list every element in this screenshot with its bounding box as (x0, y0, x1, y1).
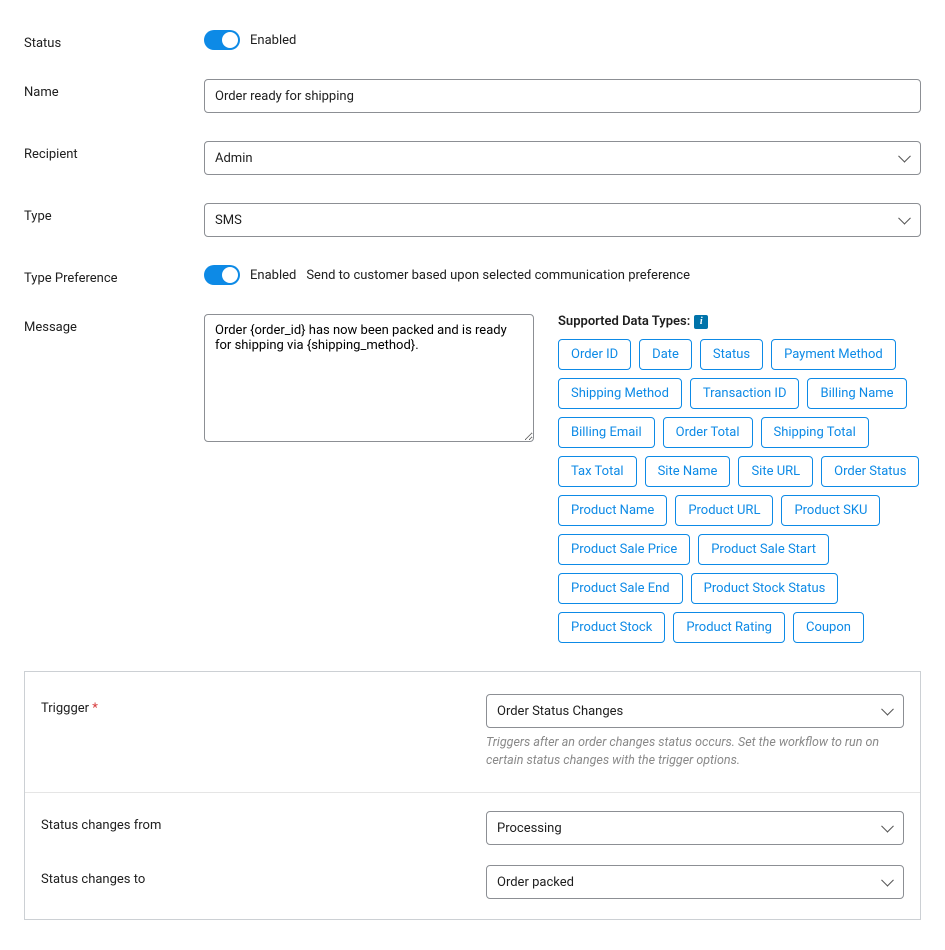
message-textarea[interactable]: Order {order_id} has now been packed and… (204, 314, 534, 442)
data-type-tag[interactable]: Order ID (558, 339, 631, 370)
status-label: Status (24, 30, 204, 51)
type-label: Type (24, 203, 204, 224)
type-pref-desc: Send to customer based upon selected com… (306, 268, 690, 283)
status-from-label: Status changes from (41, 811, 486, 833)
data-type-tag[interactable]: Site Name (645, 456, 731, 487)
recipient-select[interactable]: Admin (204, 141, 921, 175)
name-input[interactable] (204, 79, 921, 113)
data-type-tag[interactable]: Transaction ID (690, 378, 800, 409)
data-type-tag[interactable]: Tax Total (558, 456, 637, 487)
data-type-tag[interactable]: Product URL (675, 495, 773, 526)
data-type-tag[interactable]: Product Rating (673, 612, 785, 643)
supported-title: Supported Data Types: (558, 314, 690, 329)
type-pref-toggle[interactable] (204, 265, 240, 285)
data-type-tag[interactable]: Shipping Total (761, 417, 869, 448)
info-icon[interactable]: i (694, 315, 708, 329)
data-type-tag[interactable]: Product SKU (781, 495, 880, 526)
data-type-tag[interactable]: Order Total (663, 417, 753, 448)
data-type-tag[interactable]: Status (700, 339, 763, 370)
status-to-label: Status changes to (41, 865, 486, 887)
data-type-tag[interactable]: Product Sale Price (558, 534, 690, 565)
data-type-tag[interactable]: Billing Name (807, 378, 906, 409)
data-type-tag[interactable]: Coupon (793, 612, 864, 643)
data-type-tag[interactable]: Payment Method (771, 339, 896, 370)
data-type-tag[interactable]: Product Name (558, 495, 667, 526)
trigger-label: Triggger * (41, 694, 486, 716)
type-pref-label: Type Preference (24, 265, 204, 286)
data-type-tag[interactable]: Product Sale End (558, 573, 683, 604)
status-to-select[interactable]: Order packed (486, 865, 904, 899)
message-label: Message (24, 314, 204, 335)
trigger-panel: Triggger * Order Status Changes Triggers… (24, 671, 921, 920)
trigger-select[interactable]: Order Status Changes (486, 694, 904, 728)
data-type-tag[interactable]: Product Stock Status (691, 573, 839, 604)
data-type-tag[interactable]: Product Sale Start (698, 534, 829, 565)
supported-tags: Order ID Date Status Payment Method Shipping… (558, 339, 921, 643)
data-type-tag[interactable]: Product Stock (558, 612, 665, 643)
status-toggle[interactable] (204, 30, 240, 50)
trigger-hint: Triggers after an order changes status o… (486, 734, 904, 770)
name-label: Name (24, 79, 204, 100)
data-type-tag[interactable]: Shipping Method (558, 378, 682, 409)
status-from-select[interactable]: Processing (486, 811, 904, 845)
data-type-tag[interactable]: Date (639, 339, 692, 370)
data-type-tag[interactable]: Billing Email (558, 417, 655, 448)
data-type-tag[interactable]: Order Status (821, 456, 919, 487)
data-type-tag[interactable]: Site URL (738, 456, 813, 487)
status-toggle-label: Enabled (250, 33, 296, 48)
type-select[interactable]: SMS (204, 203, 921, 237)
type-pref-toggle-label: Enabled (250, 268, 296, 283)
recipient-label: Recipient (24, 141, 204, 162)
